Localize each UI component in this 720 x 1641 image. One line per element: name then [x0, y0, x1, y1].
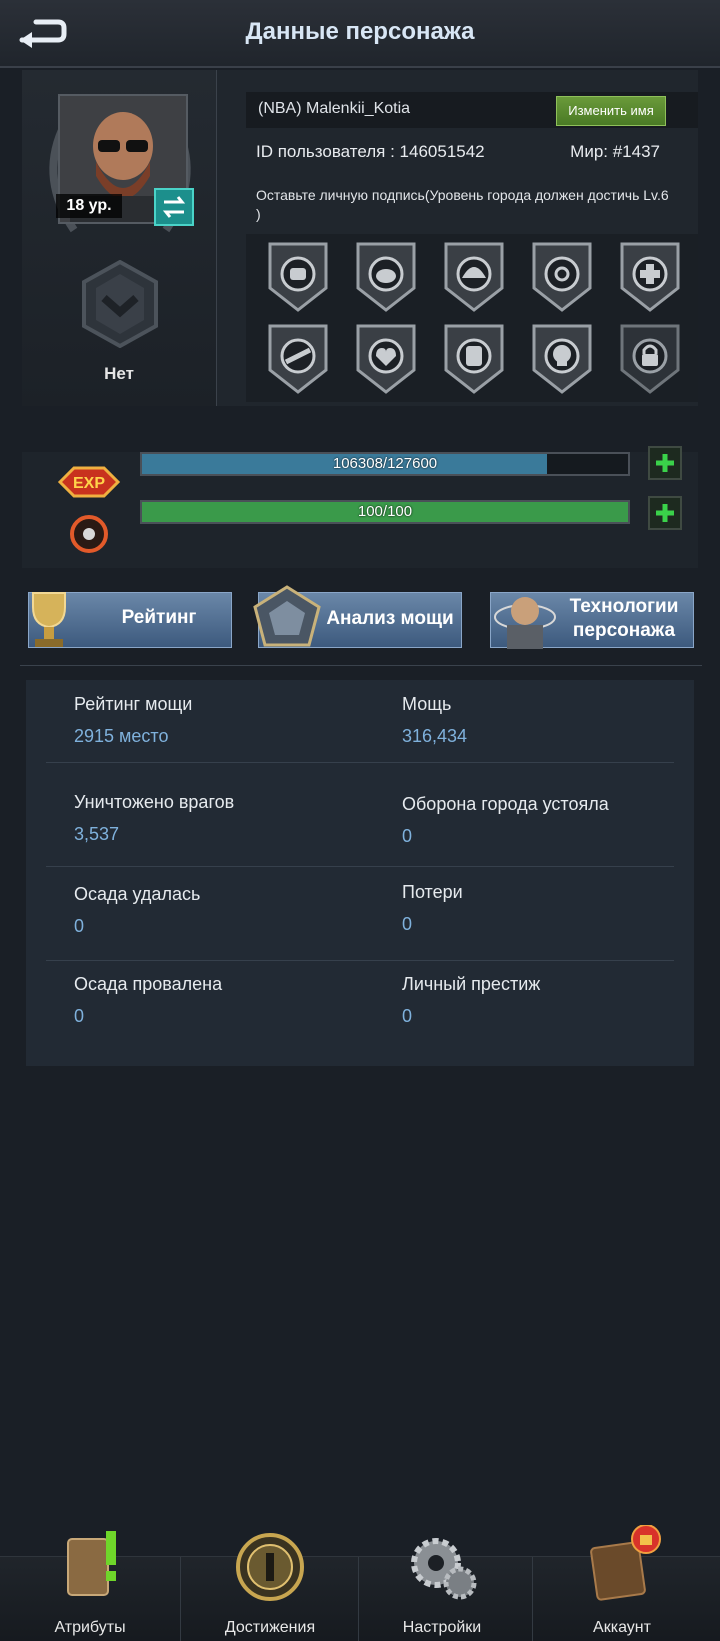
rename-button[interactable]: Изменить имя — [556, 96, 666, 126]
trophy-icon — [32, 592, 66, 647]
power-rank-value: 2915 место — [74, 726, 169, 746]
rating-button[interactable]: Рейтинг — [28, 592, 232, 648]
scientist-icon — [494, 597, 556, 649]
nav-account[interactable]: Аккаунт — [532, 1525, 712, 1641]
emblem-icon — [253, 585, 321, 647]
svg-text:EXP: EXP — [73, 475, 105, 492]
rifle-medal-icon[interactable] — [266, 322, 330, 396]
vest-medal-icon[interactable] — [442, 322, 506, 396]
power-analysis-label: Анализ мощи — [326, 608, 454, 629]
stats-panel: Рейтинг мощи 2915 место Мощь 316,434 Уни… — [26, 680, 694, 1066]
swap-arrows-icon — [162, 196, 186, 218]
attributes-book-icon — [67, 1531, 116, 1596]
helmet-medal-icon[interactable] — [442, 240, 506, 314]
lock-medal-icon[interactable] — [618, 322, 682, 396]
nav-settings-label: Настройки — [402, 1619, 482, 1636]
nav-account-label: Аккаунт — [593, 1619, 651, 1636]
stamina-bar: 100/100 — [140, 500, 630, 524]
losses-value: 0 — [402, 914, 413, 934]
change-avatar-button[interactable] — [154, 188, 194, 226]
power-rank-label: Рейтинг мощи — [74, 694, 193, 714]
signature-field[interactable]: Оставьте личную подпись(Уровень города д… — [256, 186, 676, 224]
biohazard-medal-icon[interactable] — [530, 240, 594, 314]
character-tech-label: Технологии персонажа — [559, 595, 689, 643]
stats-divider — [46, 762, 674, 763]
profile-card: 18 ур. Нет (NBA) Malenkii_Kotia Изменить… — [22, 70, 698, 406]
nav-achievements[interactable]: Достижения — [180, 1533, 360, 1641]
power-analysis-button[interactable]: Анализ мощи — [253, 585, 462, 648]
rating-label: Рейтинг — [121, 607, 197, 628]
nav-attributes[interactable]: Атрибуты — [0, 1531, 180, 1641]
medic-cross-medal-icon[interactable] — [618, 240, 682, 314]
header: Данные персонажа — [0, 0, 720, 68]
city-defense-value: 0 — [402, 826, 413, 846]
stats-divider — [46, 866, 674, 867]
player-name-row: (NBA) Malenkii_Kotia Изменить имя — [246, 92, 698, 128]
power-value: 316,434 — [402, 726, 468, 746]
rank-label: Нет — [104, 364, 134, 383]
character-tech-label-line1: Технологии — [569, 596, 679, 617]
prestige-value: 0 — [402, 1006, 413, 1026]
plus-icon — [656, 454, 674, 472]
heart-medal-icon[interactable] — [354, 322, 418, 396]
bottom-nav: Атрибуты Достижения Настройки Аккаунт — [0, 1525, 720, 1641]
achievements-medal-icon — [236, 1533, 304, 1601]
stamina-wheel-icon — [70, 515, 108, 553]
siege-success-label: Осада удалась — [74, 884, 201, 904]
stamina-bar-text: 100/100 — [357, 503, 413, 520]
prestige-label: Личный престиж — [402, 974, 541, 994]
add-stamina-button[interactable] — [648, 496, 682, 530]
plus-icon — [656, 504, 674, 522]
character-tech-button[interactable]: Технологии персонажа — [490, 592, 694, 649]
world-number: Мир: #1437 — [570, 142, 660, 161]
city-defense-label: Оборона города устояла — [402, 794, 609, 814]
avatar-pane: 18 ур. Нет — [22, 70, 217, 406]
medals-grid — [246, 234, 698, 402]
siege-success-value: 0 — [74, 916, 85, 936]
exp-icon: EXP — [57, 466, 121, 498]
user-id: ID пользователя : 146051542 — [256, 142, 485, 161]
siege-fail-value: 0 — [74, 1006, 85, 1026]
nav-attributes-label: Атрибуты — [54, 1619, 126, 1636]
skull-medal-icon[interactable] — [530, 322, 594, 396]
exp-bar-text: 106308/127600 — [332, 455, 438, 472]
add-exp-button[interactable] — [648, 446, 682, 480]
page-title: Данные персонажа — [245, 18, 475, 45]
losses-label: Потери — [402, 882, 463, 902]
nav-achievements-label: Достижения — [224, 1619, 316, 1636]
power-label: Мощь — [402, 694, 452, 714]
siege-fail-label: Осада провалена — [74, 974, 223, 994]
divider — [20, 665, 702, 666]
enemies-killed-label: Уничтожено врагов — [74, 792, 235, 812]
frog-medal-icon[interactable] — [354, 240, 418, 314]
rank-hexagon-icon[interactable] — [80, 260, 160, 348]
stats-divider — [46, 960, 674, 961]
account-book-icon — [590, 1525, 661, 1601]
exp-bar: 106308/127600 — [140, 452, 630, 476]
level-badge: 18 ур. — [56, 194, 122, 218]
settings-gears-icon — [411, 1538, 477, 1600]
player-name: (NBA) Malenkii_Kotia — [258, 100, 411, 117]
enemies-killed-value: 3,537 — [74, 824, 120, 844]
fist-medal-icon[interactable] — [266, 240, 330, 314]
character-tech-label-line2: персонажа — [572, 620, 676, 641]
nav-settings[interactable]: Настройки — [352, 1538, 532, 1641]
progress-bars-panel: EXP 106308/127600 100/100 — [22, 446, 698, 568]
